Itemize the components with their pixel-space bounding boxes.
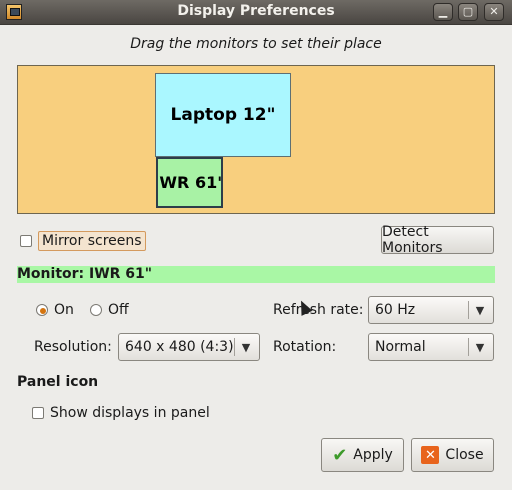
- chevron-down-icon: ▼: [475, 303, 485, 317]
- power-on-radio[interactable]: [36, 304, 48, 316]
- apply-button[interactable]: ✔ Apply: [321, 438, 404, 472]
- power-off-label[interactable]: Off: [108, 302, 129, 318]
- refresh-rate-select[interactable]: 60 Hz ▼: [368, 296, 494, 324]
- rotation-label: Rotation:: [273, 339, 337, 355]
- resolution-select[interactable]: 640 x 480 (4:3) ▼: [118, 333, 260, 361]
- refresh-rate-value: 60 Hz: [375, 302, 416, 318]
- monitor-laptop[interactable]: Laptop 12": [155, 73, 291, 157]
- maximize-icon: ▢: [462, 5, 474, 18]
- close-button[interactable]: ✕ Close: [411, 438, 494, 472]
- panel-icon-heading: Panel icon: [17, 374, 99, 390]
- mirror-screens-row[interactable]: Mirror screens: [20, 231, 146, 251]
- show-in-panel-label[interactable]: Show displays in panel: [50, 405, 210, 421]
- rotation-select[interactable]: Normal ▼: [368, 333, 494, 361]
- show-in-panel-checkbox[interactable]: [32, 407, 44, 419]
- show-in-panel-row[interactable]: Show displays in panel: [32, 405, 210, 421]
- close-icon: ✕: [421, 446, 440, 464]
- refresh-rate-label: Refresh rate:: [273, 302, 364, 318]
- chevron-down-icon: ▼: [475, 340, 485, 354]
- close-x-icon: ✕: [489, 5, 499, 18]
- checkmark-icon: ✔: [332, 444, 348, 466]
- mirror-screens-checkbox[interactable]: [20, 235, 32, 247]
- instruction-text: Drag the monitors to set their place: [130, 36, 382, 52]
- power-on-option[interactable]: On: [36, 302, 74, 318]
- power-off-option[interactable]: Off: [90, 302, 129, 318]
- power-on-label[interactable]: On: [54, 302, 74, 318]
- title-bar[interactable]: Display Preferences ▁ ▢ ✕: [0, 0, 512, 25]
- mirror-screens-label[interactable]: Mirror screens: [38, 231, 146, 251]
- monitor-iwr[interactable]: IWR 61": [156, 157, 223, 208]
- power-off-radio[interactable]: [90, 304, 102, 316]
- minimize-button[interactable]: ▁: [433, 3, 453, 21]
- display-preferences-window: Display Preferences ▁ ▢ ✕ Drag the monit…: [0, 0, 512, 490]
- chevron-down-icon: ▼: [241, 340, 251, 354]
- rotation-value: Normal: [375, 339, 426, 355]
- resolution-label: Resolution:: [34, 339, 112, 355]
- minimize-icon: ▁: [438, 5, 448, 18]
- window-close-button[interactable]: ✕: [484, 3, 504, 21]
- maximize-button[interactable]: ▢: [458, 3, 478, 21]
- detect-monitors-button[interactable]: Detect Monitors: [381, 224, 494, 256]
- resolution-value: 640 x 480 (4:3): [125, 339, 234, 355]
- close-label: Close: [445, 447, 484, 463]
- monitor-arrangement-area[interactable]: Laptop 12" IWR 61": [17, 65, 495, 214]
- apply-label: Apply: [353, 447, 393, 463]
- selected-monitor-header: Monitor: IWR 61": [17, 266, 495, 283]
